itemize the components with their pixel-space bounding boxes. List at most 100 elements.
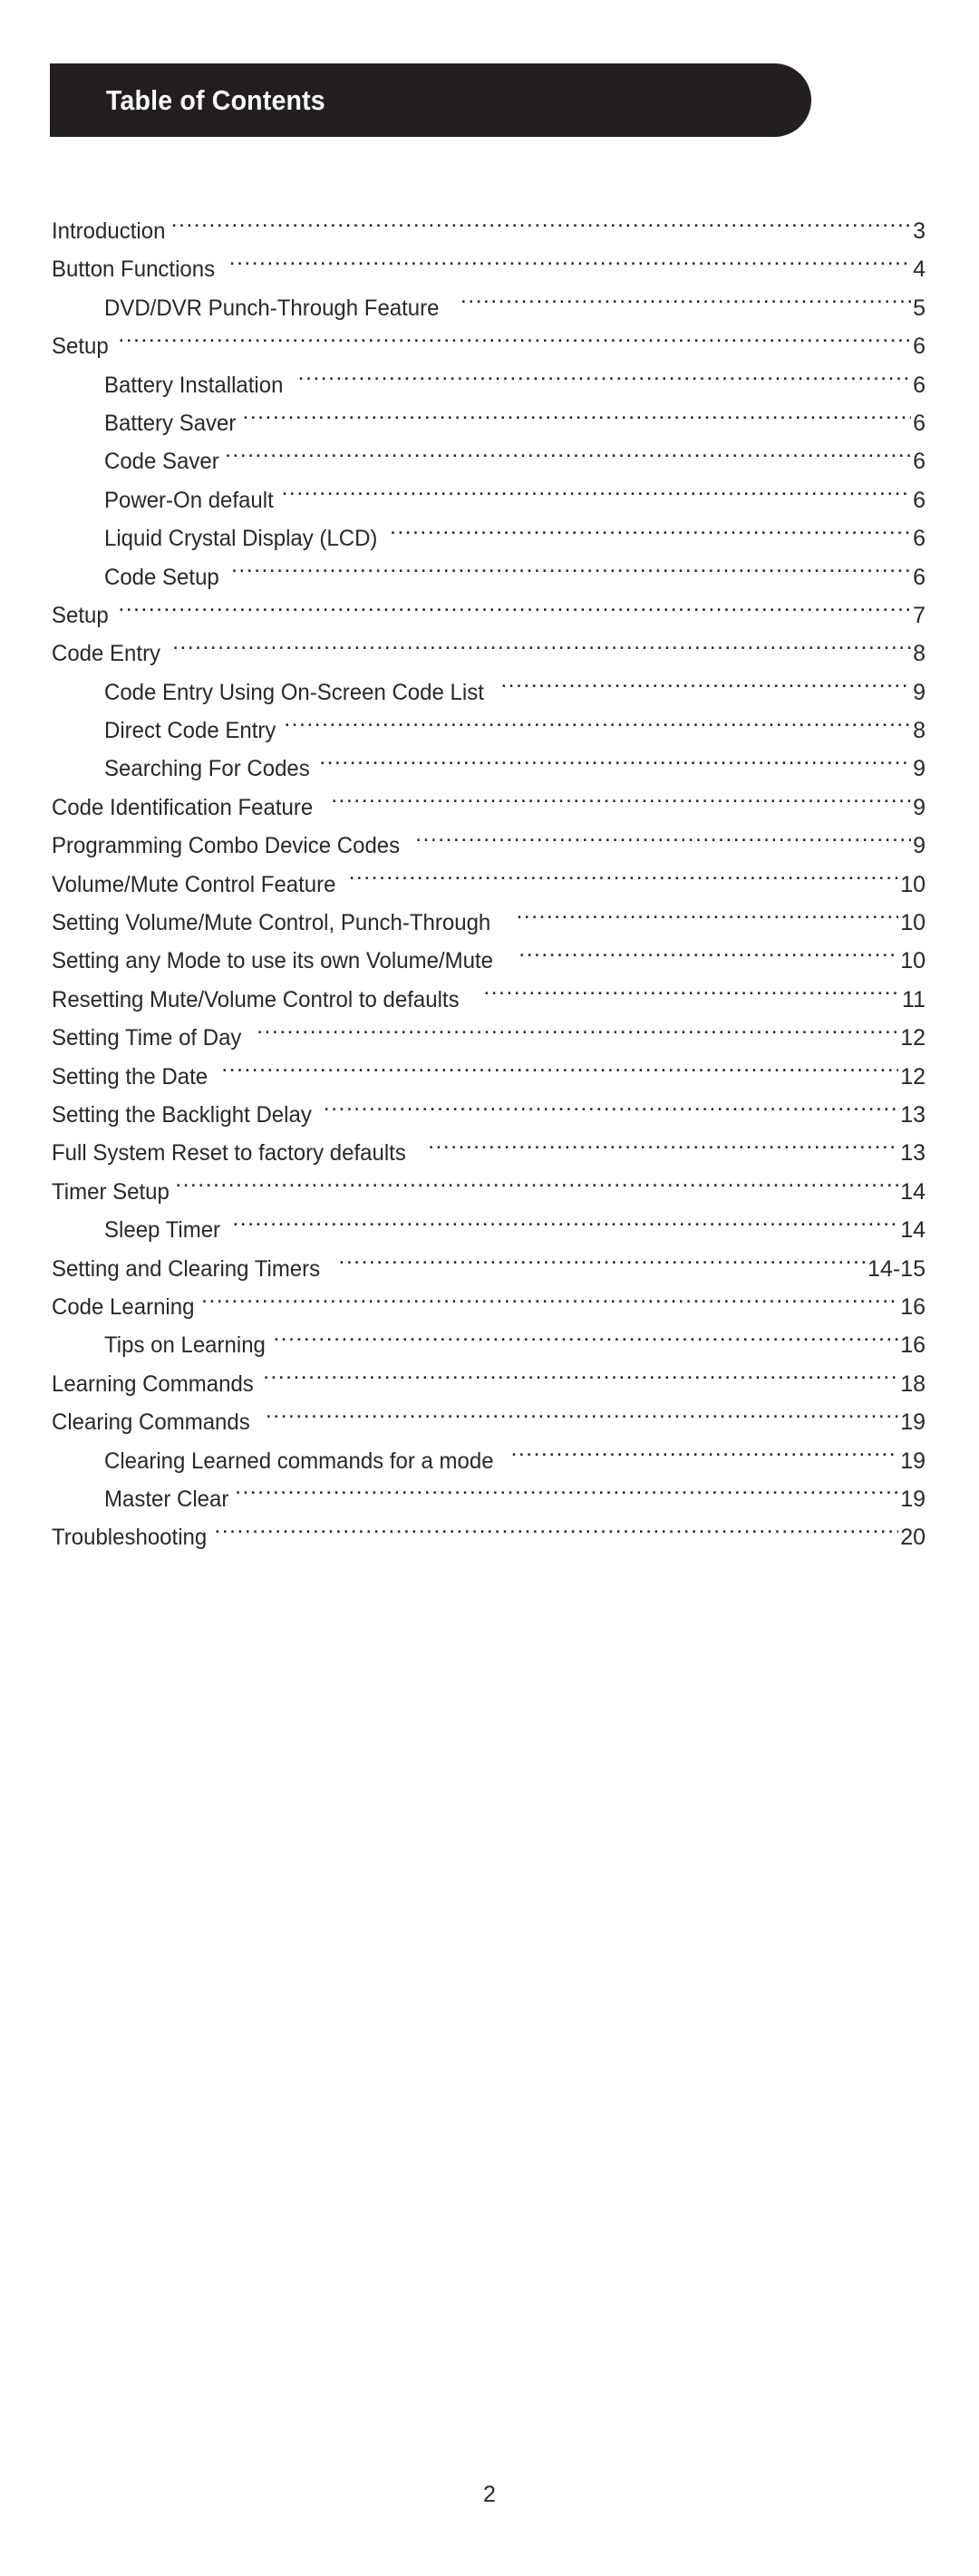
toc-entry[interactable]: Clearing Commands 19 <box>52 1403 926 1441</box>
toc-entry-title: DVD/DVR Punch-Through Feature <box>104 295 440 321</box>
toc-entry-page-number: 10 <box>900 871 926 897</box>
toc-entry[interactable]: Tips on Learning 16 <box>52 1326 926 1364</box>
toc-entry-page-number: 16 <box>900 1332 926 1359</box>
toc-entry-page-number: 10 <box>900 910 926 936</box>
toc-entry-page-number: 5 <box>913 295 926 321</box>
toc-entry[interactable]: Sleep Timer 14 <box>52 1211 926 1249</box>
toc-entry[interactable]: Setting Time of Day 12 <box>52 1019 926 1057</box>
toc-leader-dots <box>266 1407 898 1429</box>
toc-entry-page-number: 8 <box>913 641 926 667</box>
toc-entry[interactable]: Setting Volume/Mute Control, Punch-Throu… <box>52 904 926 942</box>
toc-entry[interactable]: Clearing Learned commands for a mode 19 <box>52 1442 926 1480</box>
toc-entry-title: Troubleshooting <box>52 1525 208 1551</box>
toc-entry[interactable]: Liquid Crystal Display (LCD) 6 <box>52 519 926 557</box>
toc-leader-dots <box>284 715 911 738</box>
toc-leader-dots <box>390 523 911 546</box>
toc-entry[interactable]: Battery Saver 6 <box>52 404 926 442</box>
toc-entry[interactable]: Learning Commands 18 <box>52 1365 926 1403</box>
toc-entry-title: Code Learning <box>52 1293 195 1320</box>
toc-entry-page-number: 6 <box>913 526 926 552</box>
toc-entry-title: Sleep Timer <box>104 1217 221 1244</box>
toc-entry[interactable]: Code Setup 6 <box>52 558 926 596</box>
toc-leader-dots <box>221 1061 898 1084</box>
toc-leader-dots <box>519 945 898 968</box>
toc-entry-page-number: 14 <box>900 1217 926 1244</box>
toc-entry-page-number: 12 <box>900 1025 926 1051</box>
toc-entry[interactable]: Searching For Codes 9 <box>52 750 926 788</box>
toc-entry-title: Direct Code Entry <box>104 718 276 744</box>
toc-entry-page-number: 13 <box>900 1140 926 1167</box>
toc-leader-dots <box>118 600 911 623</box>
toc-leader-dots <box>338 1254 866 1276</box>
toc-entry-title: Code Setup <box>104 564 219 590</box>
toc-entry-page-number: 10 <box>900 948 926 974</box>
toc-entry[interactable]: Code Entry Using On-Screen Code List 9 <box>52 673 926 712</box>
toc-leader-dots <box>319 753 911 776</box>
toc-entry[interactable]: Introduction 3 <box>52 212 926 250</box>
toc-entry-title: Setting any Mode to use its own Volume/M… <box>52 948 493 974</box>
toc-leader-dots <box>331 792 911 815</box>
toc-entry-page-number: 6 <box>913 410 926 436</box>
toc-entry[interactable]: Full System Reset to factory defaults 13 <box>52 1134 926 1172</box>
toc-leader-dots <box>516 907 898 930</box>
toc-entry[interactable]: Resetting Mute/Volume Control to default… <box>52 981 926 1019</box>
toc-entry-page-number: 14 <box>900 1178 926 1205</box>
toc-leader-dots <box>118 331 911 353</box>
toc-entry-page-number: 13 <box>900 1101 926 1128</box>
toc-entry[interactable]: Setting any Mode to use its own Volume/M… <box>52 942 926 980</box>
toc-entry-page-number: 6 <box>913 372 926 398</box>
toc-entry-title: Timer Setup <box>52 1178 170 1205</box>
toc-entry-page-number: 9 <box>913 756 926 782</box>
toc-entry[interactable]: Volume/Mute Control Feature 10 <box>52 866 926 904</box>
toc-entry-page-number: 6 <box>913 564 926 590</box>
toc-leader-dots <box>214 1522 898 1545</box>
toc-entry-page-number: 8 <box>913 718 926 744</box>
toc-entry-title: Code Entry Using On-Screen Code List <box>104 679 484 705</box>
toc-entry[interactable]: Power-On default 6 <box>52 481 926 519</box>
toc-leader-dots <box>282 485 912 508</box>
toc-entry-page-number: 18 <box>900 1370 926 1397</box>
toc-leader-dots <box>175 1177 898 1199</box>
table-of-contents-banner: Table of Contents <box>50 63 811 137</box>
toc-entry-page-number: 19 <box>900 1409 926 1436</box>
toc-entry-page-number: 4 <box>913 257 926 283</box>
toc-entry-page-number: 6 <box>913 449 926 475</box>
toc-entry-title: Learning Commands <box>52 1370 254 1397</box>
toc-entry-page-number: 7 <box>913 602 926 628</box>
toc-leader-dots <box>257 1022 898 1045</box>
toc-entry[interactable]: Timer Setup 14 <box>52 1173 926 1211</box>
toc-entry-title: Setting Volume/Mute Control, Punch-Throu… <box>52 910 491 936</box>
toc-entry[interactable]: Setup 7 <box>52 596 926 634</box>
toc-entry-title: Power-On default <box>104 487 274 513</box>
toc-leader-dots <box>415 830 911 853</box>
toc-entry[interactable]: Setting the Date 12 <box>52 1058 926 1096</box>
toc-leader-dots <box>298 370 911 392</box>
toc-leader-dots <box>460 293 911 315</box>
toc-entry[interactable]: Setup 6 <box>52 327 926 365</box>
toc-entry[interactable]: DVD/DVR Punch-Through Feature 5 <box>52 289 926 327</box>
toc-entry[interactable]: Code Identification Feature 9 <box>52 789 926 827</box>
toc-entry[interactable]: Programming Combo Device Codes 9 <box>52 827 926 865</box>
footer-page-number: 2 <box>483 2482 496 2507</box>
toc-entry-title: Clearing Commands <box>52 1409 250 1436</box>
toc-entry[interactable]: Setting the Backlight Delay 13 <box>52 1096 926 1134</box>
toc-entry[interactable]: Code Entry 8 <box>52 634 926 673</box>
toc-leader-dots <box>172 638 911 661</box>
toc-leader-dots <box>500 677 911 700</box>
toc-entry[interactable]: Battery Installation 6 <box>52 366 926 404</box>
toc-leader-dots <box>263 1369 898 1391</box>
toc-entry[interactable]: Direct Code Entry 8 <box>52 712 926 750</box>
toc-entry-title: Master Clear <box>104 1486 229 1512</box>
toc-entry-page-number: 6 <box>913 487 926 513</box>
toc-entry[interactable]: Setting and Clearing Timers 14-15 <box>52 1250 926 1288</box>
toc-entry[interactable]: Troubleshooting 20 <box>52 1518 926 1556</box>
toc-entry[interactable]: Button Functions 4 <box>52 250 926 288</box>
toc-entry[interactable]: Code Saver 6 <box>52 442 926 480</box>
toc-entry-page-number: 20 <box>900 1525 926 1551</box>
toc-entry[interactable]: Code Learning 16 <box>52 1288 926 1326</box>
toc-entry[interactable]: Master Clear 19 <box>52 1480 926 1518</box>
toc-leader-dots <box>235 1484 898 1506</box>
table-of-contents-list: Introduction 3 Button Functions 4 DVD/DVR Pu… <box>52 212 926 1557</box>
toc-entry-page-number: 3 <box>913 218 926 244</box>
toc-leader-dots <box>229 254 911 276</box>
